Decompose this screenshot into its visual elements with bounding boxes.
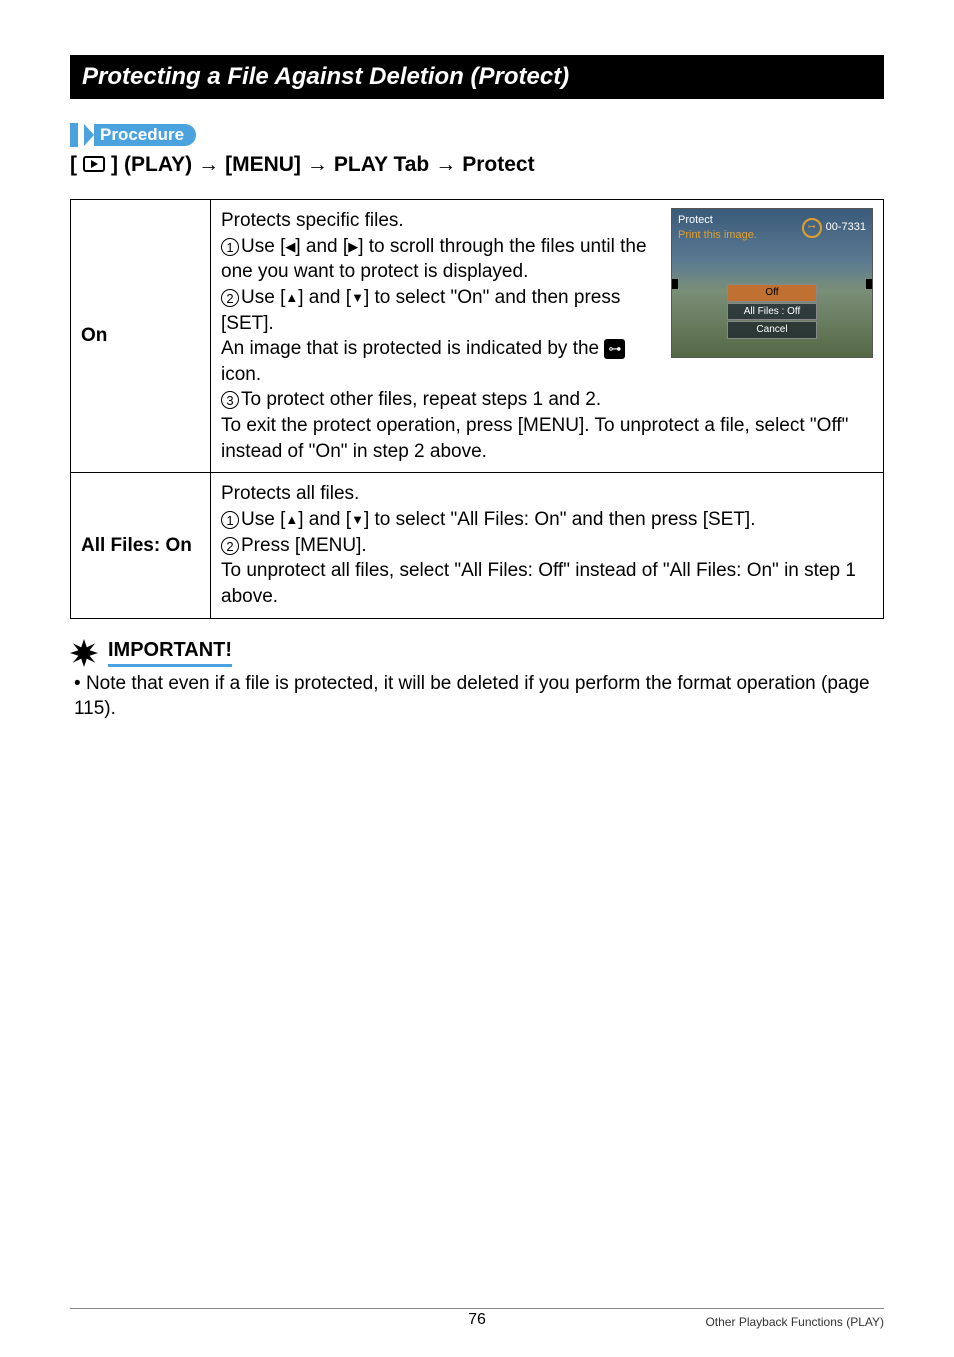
page-number: 76 bbox=[468, 1311, 486, 1329]
breadcrumb-tab: PLAY Tab bbox=[334, 153, 429, 177]
row1-intro: Protects specific files. bbox=[221, 208, 657, 234]
procedure-label: Procedure bbox=[94, 124, 196, 146]
up-arrow-icon: ▲ bbox=[285, 512, 298, 527]
table-row: All Files: On Protects all files. 1Use [… bbox=[71, 473, 884, 618]
row1-step1: 1Use [◀] and [▶] to scroll through the f… bbox=[221, 234, 657, 285]
important-label: IMPORTANT! bbox=[108, 639, 232, 667]
right-indicator-icon bbox=[866, 279, 872, 289]
step-number-icon: 1 bbox=[221, 238, 239, 256]
important-header: IMPORTANT! bbox=[70, 639, 884, 667]
option-label-on: On bbox=[71, 200, 211, 473]
breadcrumb-play: (PLAY) bbox=[124, 153, 192, 177]
up-arrow-icon: ▲ bbox=[285, 290, 298, 305]
cam-counter: 00-7331 bbox=[826, 220, 866, 235]
protect-key-icon: ⊶ bbox=[604, 339, 625, 359]
burst-icon bbox=[70, 639, 98, 667]
page-footer: 76 Other Playback Functions (PLAY) bbox=[70, 1308, 884, 1329]
row2-intro: Protects all files. bbox=[221, 481, 873, 507]
cam-menu-all: All Files : Off bbox=[727, 303, 817, 321]
row1-exit: To exit the protect operation, press [ME… bbox=[221, 413, 873, 464]
left-arrow-icon: ◀ bbox=[285, 239, 295, 254]
arrow-icon: → bbox=[435, 153, 456, 177]
cam-menu-off: Off bbox=[727, 284, 817, 302]
row2-step1: 1Use [▲] and [▼] to select "All Files: O… bbox=[221, 507, 873, 533]
row1-step2: 2Use [▲] and [▼] to select "On" and then… bbox=[221, 285, 657, 336]
breadcrumb: [ ] (PLAY) → [MENU] → PLAY Tab → Protect bbox=[70, 153, 884, 177]
right-arrow-icon: ▶ bbox=[348, 239, 358, 254]
section-title-bar: Protecting a File Against Deletion (Prot… bbox=[70, 55, 884, 99]
footer-section: Other Playback Functions (PLAY) bbox=[705, 1315, 884, 1329]
procedure-header: Procedure bbox=[70, 123, 884, 147]
protect-key-icon: ⊶ bbox=[802, 218, 822, 238]
option-desc-allfiles: Protects all files. 1Use [▲] and [▼] to … bbox=[211, 473, 884, 618]
down-arrow-icon: ▼ bbox=[351, 290, 364, 305]
row2-step2: 2Press [MENU]. bbox=[221, 533, 873, 559]
breadcrumb-play-suffix: ] bbox=[111, 153, 118, 177]
procedure-tick-icon bbox=[70, 123, 78, 147]
procedure-arrow-icon bbox=[84, 124, 94, 146]
arrow-icon: → bbox=[307, 153, 328, 177]
cam-menu: Off All Files : Off Cancel bbox=[727, 283, 817, 340]
row1-step3: 3To protect other files, repeat steps 1 … bbox=[221, 387, 873, 413]
important-note: • Note that even if a file is protected,… bbox=[74, 671, 884, 722]
step-number-icon: 2 bbox=[221, 537, 239, 555]
section-title: Protecting a File Against Deletion (Prot… bbox=[82, 63, 569, 90]
arrow-icon: → bbox=[198, 153, 219, 177]
cam-menu-cancel: Cancel bbox=[727, 321, 817, 339]
row2-exit: To unprotect all files, select "All File… bbox=[221, 558, 873, 609]
options-table: On Protects specific files. 1Use [◀] and… bbox=[70, 199, 884, 619]
breadcrumb-menu: [MENU] bbox=[225, 153, 301, 177]
cam-title: Protect bbox=[678, 213, 757, 228]
option-label-allfiles: All Files: On bbox=[71, 473, 211, 618]
row1-indicated: An image that is protected is indicated … bbox=[221, 336, 657, 387]
cam-subtitle: Print this image. bbox=[678, 228, 757, 243]
breadcrumb-item: Protect bbox=[462, 153, 534, 177]
step-number-icon: 1 bbox=[221, 511, 239, 529]
play-mode-icon bbox=[83, 156, 105, 172]
procedure-pill: Procedure bbox=[84, 124, 196, 146]
left-indicator-icon bbox=[672, 279, 678, 289]
breadcrumb-play-prefix: [ bbox=[70, 153, 77, 177]
table-row: On Protects specific files. 1Use [◀] and… bbox=[71, 200, 884, 473]
step-number-icon: 3 bbox=[221, 391, 239, 409]
camera-preview: Protect Print this image. ⊶ 00-7331 Off … bbox=[671, 208, 873, 358]
down-arrow-icon: ▼ bbox=[351, 512, 364, 527]
option-desc-on: Protects specific files. 1Use [◀] and [▶… bbox=[211, 200, 884, 473]
step-number-icon: 2 bbox=[221, 289, 239, 307]
